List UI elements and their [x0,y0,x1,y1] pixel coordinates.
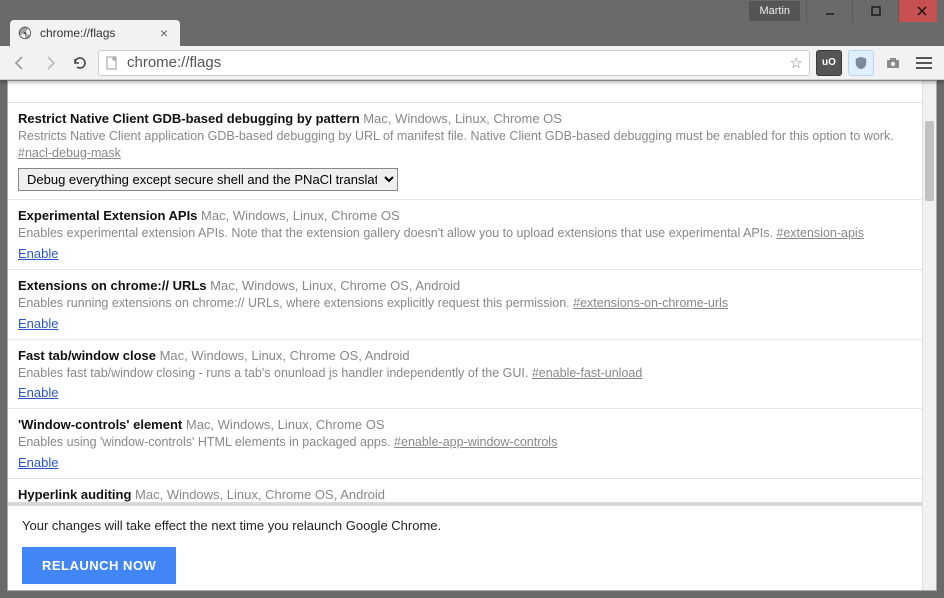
radiation-icon [18,26,32,40]
window-titlebar: Martin [0,0,944,16]
flag-title-line: Restrict Native Client GDB-based debuggi… [18,111,912,126]
flag-title: 'Window-controls' element [18,417,182,432]
tab-title: chrome://flags [40,26,115,40]
relaunch-now-button[interactable]: RELAUNCH NOW [22,547,176,584]
flag-enable-link[interactable]: Enable [18,455,58,470]
close-tab-icon[interactable]: × [160,25,168,41]
flag-enable-link[interactable]: Enable [18,385,58,400]
flag-description: Restricts Native Client application GDB-… [18,128,912,162]
flag-title: Experimental Extension APIs [18,208,197,223]
flag-anchor-link[interactable]: #nacl-debug-mask [18,146,121,160]
flag-title: Restrict Native Client GDB-based debuggi… [18,111,360,126]
back-button[interactable] [8,51,32,75]
flag-title-line: Extensions on chrome:// URLs Mac, Window… [18,278,912,293]
flag-description: Enables using 'window-controls' HTML ele… [18,434,912,451]
flag-item: Hyperlink auditing Mac, Windows, Linux, … [8,479,922,502]
flag-anchor-link[interactable]: #enable-fast-unload [532,366,643,380]
flag-title-line: Fast tab/window close Mac, Windows, Linu… [18,348,912,363]
profile-badge[interactable]: Martin [749,1,800,21]
flag-platforms: Mac, Windows, Linux, Chrome OS [186,417,385,432]
maximize-button[interactable] [852,0,898,22]
flag-description: Enables fast tab/window closing - runs a… [18,365,912,382]
window-controls: Martin [749,0,944,22]
flag-platforms: Mac, Windows, Linux, Chrome OS [363,111,562,126]
flag-platforms: Mac, Windows, Linux, Chrome OS [201,208,400,223]
flag-enable-link[interactable]: Enable [18,246,58,261]
shield-extension-button[interactable] [848,50,874,76]
hamburger-menu-icon[interactable] [912,57,936,69]
flag-platforms: Mac, Windows, Linux, Chrome OS, Android [160,348,410,363]
flag-title: Extensions on chrome:// URLs [18,278,207,293]
url-input[interactable] [125,53,784,72]
vertical-scrollbar[interactable] [922,81,936,590]
flag-title-line: Experimental Extension APIs Mac, Windows… [18,208,912,223]
relaunch-bar: Your changes will take effect the next t… [8,502,922,590]
camera-extension-button[interactable] [880,50,906,76]
minimize-button[interactable] [806,0,852,22]
flag-anchor-link[interactable]: #enable-app-window-controls [394,435,557,449]
flag-title-line: Hyperlink auditing Mac, Windows, Linux, … [18,487,912,502]
flag-anchor-link[interactable]: #extension-apis [776,226,864,240]
reload-button[interactable] [68,51,92,75]
ublock-extension-button[interactable]: uO [816,50,842,76]
browser-tab[interactable]: chrome://flags × [10,20,180,46]
page-viewport: Enable Restrict Native Client GDB-based … [7,80,937,591]
flag-anchor-link[interactable]: #extensions-on-chrome-urls [573,296,728,310]
flag-item: Restrict Native Client GDB-based debuggi… [8,103,922,200]
flag-title: Fast tab/window close [18,348,156,363]
page-icon [105,56,119,70]
flag-platforms: Mac, Windows, Linux, Chrome OS, Android [135,487,385,502]
flags-scroll-area: Enable Restrict Native Client GDB-based … [8,81,922,502]
flag-platforms: Mac, Windows, Linux, Chrome OS, Android [210,278,460,293]
scrollbar-thumb[interactable] [925,121,934,201]
flag-title: Hyperlink auditing [18,487,131,502]
address-bar[interactable]: ☆ [98,50,810,76]
forward-button[interactable] [38,51,62,75]
flag-item: Extensions on chrome:// URLs Mac, Window… [8,270,922,340]
flag-enable-link[interactable]: Enable [18,316,58,331]
bookmark-star-icon[interactable]: ☆ [790,54,803,72]
close-window-button[interactable] [898,0,944,22]
flag-description: Enables running extensions on chrome:// … [18,295,912,312]
flag-description: Enables experimental extension APIs. Not… [18,225,912,242]
truncated-flag-action: Enable [8,81,922,103]
flag-select[interactable]: Debug everything except secure shell and… [18,168,398,191]
flag-item: Experimental Extension APIs Mac, Windows… [8,200,922,270]
browser-toolbar: ☆ uO [0,46,944,80]
flag-title-line: 'Window-controls' element Mac, Windows, … [18,417,912,432]
flag-item: Fast tab/window close Mac, Windows, Linu… [8,340,922,410]
flag-item: 'Window-controls' element Mac, Windows, … [8,409,922,479]
relaunch-message: Your changes will take effect the next t… [22,518,908,533]
